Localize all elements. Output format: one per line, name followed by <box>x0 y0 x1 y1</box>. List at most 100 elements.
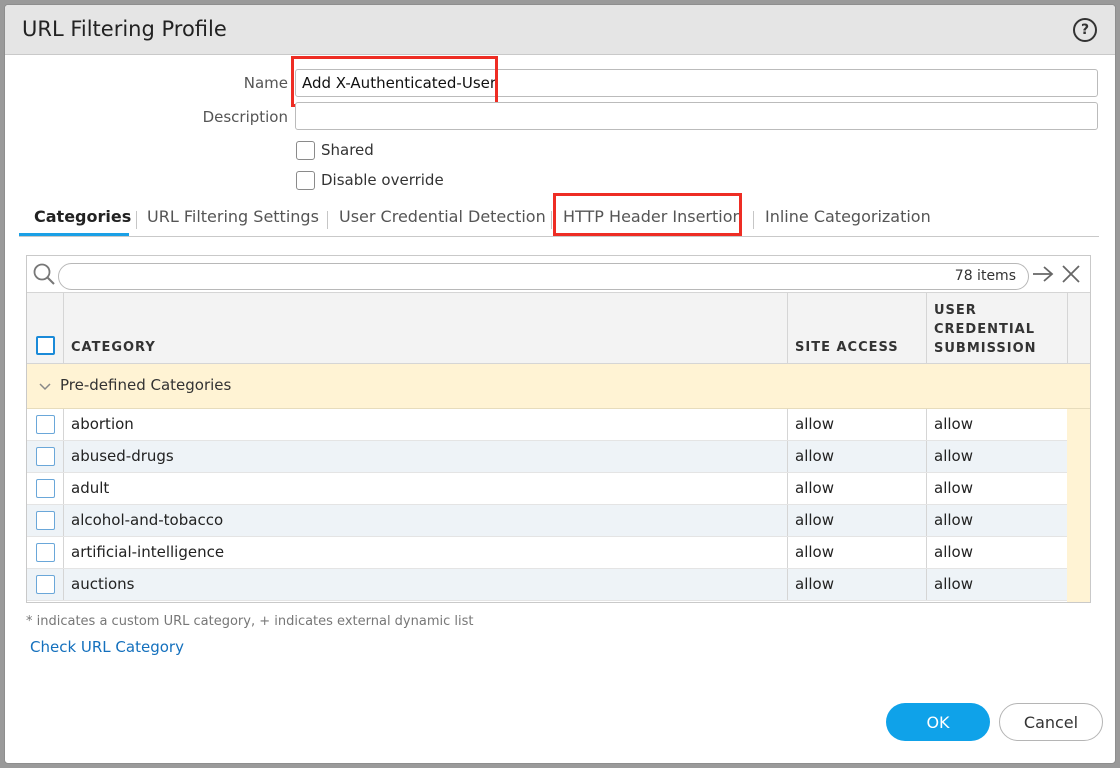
select-all-checkbox[interactable] <box>36 336 55 355</box>
shared-checkbox-row[interactable]: Shared <box>296 139 374 161</box>
site-access-cell: allow <box>795 447 834 465</box>
table-row[interactable]: abused-drugs allow allow <box>27 441 1067 473</box>
url-filtering-profile-dialog: URL Filtering Profile ? Name Description… <box>4 4 1116 764</box>
table-row[interactable]: adult allow allow <box>27 473 1067 505</box>
row-checkbox[interactable] <box>36 415 55 434</box>
tab-http-header-insertion[interactable]: HTTP Header Insertion <box>563 207 743 226</box>
user-credential-cell: allow <box>934 415 973 433</box>
row-checkbox[interactable] <box>36 575 55 594</box>
table-header-row: CATEGORY SITE ACCESS USER CREDENTIAL SUB… <box>27 292 1067 364</box>
site-access-cell: allow <box>795 415 834 433</box>
table-row[interactable]: alcohol-and-tobacco allow allow <box>27 505 1067 537</box>
table-row[interactable]: auctions allow allow <box>27 569 1067 601</box>
column-divider <box>926 473 927 504</box>
table-scroll-gutter <box>1067 409 1090 602</box>
column-header-user-credential-submission[interactable]: USER CREDENTIAL SUBMISSION <box>934 301 1037 358</box>
column-header-line: CREDENTIAL <box>934 322 1036 337</box>
row-checkbox[interactable] <box>36 479 55 498</box>
disable-override-row[interactable]: Disable override <box>296 169 444 191</box>
tab-separator <box>551 211 552 229</box>
category-cell[interactable]: abused-drugs <box>71 447 174 465</box>
table-row[interactable]: abortion allow allow <box>27 409 1067 441</box>
group-label: Pre-defined Categories <box>60 376 232 394</box>
user-credential-cell: allow <box>934 447 973 465</box>
column-divider <box>787 473 788 504</box>
search-icon[interactable] <box>32 262 56 286</box>
clear-filter-icon[interactable] <box>1061 264 1081 284</box>
category-cell[interactable]: artificial-intelligence <box>71 543 224 561</box>
column-divider <box>926 537 927 568</box>
column-divider <box>63 473 64 504</box>
column-header-category[interactable]: CATEGORY <box>71 338 156 357</box>
column-divider <box>926 505 927 536</box>
shared-label: Shared <box>321 141 374 159</box>
tab-separator <box>753 211 754 229</box>
categories-table-panel: 78 items CATEGORY SITE ACCESS USER CREDE… <box>26 255 1091 603</box>
column-divider <box>787 293 788 363</box>
item-count: 78 items <box>954 268 1016 284</box>
legend-footnote: * indicates a custom URL category, + ind… <box>26 614 474 629</box>
chevron-down-icon[interactable] <box>38 380 52 394</box>
tab-url-filtering-settings[interactable]: URL Filtering Settings <box>147 207 319 226</box>
row-checkbox[interactable] <box>36 511 55 530</box>
category-cell[interactable]: adult <box>71 479 109 497</box>
tab-separator <box>136 211 137 229</box>
column-divider <box>926 441 927 472</box>
column-divider <box>787 441 788 472</box>
column-divider <box>787 569 788 600</box>
column-divider <box>926 569 927 600</box>
search-input[interactable]: 78 items <box>58 263 1029 290</box>
column-divider <box>787 537 788 568</box>
site-access-cell: allow <box>795 511 834 529</box>
group-row-predefined-categories[interactable]: Pre-defined Categories <box>27 364 1090 409</box>
description-label: Description <box>202 108 288 126</box>
column-divider <box>63 293 64 363</box>
category-cell[interactable]: abortion <box>71 415 134 433</box>
site-access-cell: allow <box>795 479 834 497</box>
column-divider <box>787 505 788 536</box>
shared-checkbox[interactable] <box>296 140 315 160</box>
tab-categories[interactable]: Categories <box>34 207 131 226</box>
name-input[interactable] <box>295 69 1098 97</box>
row-checkbox[interactable] <box>36 447 55 466</box>
user-credential-cell: allow <box>934 575 973 593</box>
column-header-line: SUBMISSION <box>934 341 1037 356</box>
disable-override-label: Disable override <box>321 171 444 189</box>
column-divider <box>63 569 64 600</box>
header-scroll-gutter <box>1067 292 1090 364</box>
dialog-titlebar: URL Filtering Profile ? <box>5 5 1115 55</box>
category-cell[interactable]: alcohol-and-tobacco <box>71 511 223 529</box>
table-row[interactable]: artificial-intelligence allow allow <box>27 537 1067 569</box>
column-divider <box>787 409 788 440</box>
column-divider <box>926 293 927 363</box>
site-access-cell: allow <box>795 575 834 593</box>
user-credential-cell: allow <box>934 543 973 561</box>
table-search-toolbar: 78 items <box>27 256 1090 292</box>
tab-user-credential-detection[interactable]: User Credential Detection <box>339 207 546 226</box>
column-divider <box>63 441 64 472</box>
site-access-cell: allow <box>795 543 834 561</box>
cancel-button[interactable]: Cancel <box>999 703 1103 741</box>
column-divider <box>926 409 927 440</box>
help-circle-icon[interactable]: ? <box>1073 18 1097 42</box>
disable-override-checkbox[interactable] <box>296 170 315 190</box>
active-tab-indicator <box>19 233 129 236</box>
column-divider <box>63 537 64 568</box>
description-input[interactable] <box>295 102 1098 130</box>
column-header-line: USER <box>934 303 977 318</box>
column-header-site-access[interactable]: SITE ACCESS <box>795 338 899 357</box>
tab-bar: Categories URL Filtering Settings User C… <box>19 201 1099 237</box>
row-checkbox[interactable] <box>36 543 55 562</box>
column-divider <box>63 409 64 440</box>
name-label: Name <box>243 74 288 92</box>
category-cell[interactable]: auctions <box>71 575 135 593</box>
dialog-title: URL Filtering Profile <box>22 17 227 41</box>
user-credential-cell: allow <box>934 479 973 497</box>
tab-inline-categorization[interactable]: Inline Categorization <box>765 207 931 226</box>
arrow-right-icon[interactable] <box>1032 265 1054 283</box>
tab-separator <box>327 211 328 229</box>
ok-button[interactable]: OK <box>886 703 990 741</box>
column-divider <box>63 505 64 536</box>
user-credential-cell: allow <box>934 511 973 529</box>
check-url-category-link[interactable]: Check URL Category <box>30 638 184 656</box>
